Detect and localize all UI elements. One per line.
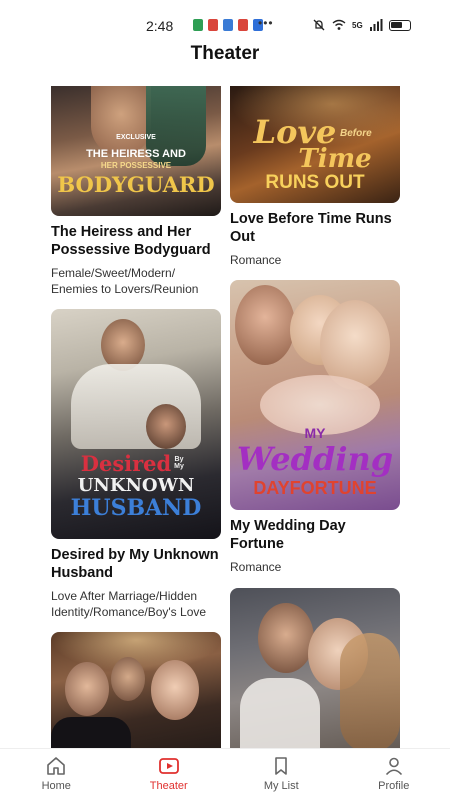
nav-home[interactable]: Home — [0, 749, 113, 800]
bookmark-icon — [275, 757, 288, 775]
poster-title-line: THE HEIRESS AND — [86, 148, 186, 160]
home-icon — [47, 757, 66, 775]
drama-card[interactable] — [51, 632, 221, 748]
drama-poster[interactable]: Desired By My UNKNOWN HUSBAND — [51, 309, 221, 539]
poster-title-line: RUNS OUT — [265, 172, 365, 193]
poster-title-line: UNKNOWN — [77, 475, 195, 496]
poster-title-line: By My — [174, 456, 184, 470]
poster-title-line: Wedding — [236, 440, 394, 478]
drama-poster[interactable] — [51, 632, 221, 748]
bottom-navigation: Home Theater My List Profile — [0, 748, 450, 800]
notification-app-icon — [193, 19, 203, 31]
drama-title[interactable]: My Wedding Day Fortune — [230, 517, 400, 553]
nav-my-list[interactable]: My List — [225, 749, 338, 800]
status-time: 2:48 — [146, 18, 174, 34]
status-bar: 2:48 ••• 5G — [0, 0, 450, 36]
drama-title[interactable]: Desired by My Unknown Husband — [51, 546, 221, 582]
poster-title-line: MY — [304, 425, 326, 441]
drama-card[interactable]: EXCLUSIVE THE HEIRESS AND HER POSSESSIVE… — [51, 86, 221, 297]
status-notification-icons — [193, 19, 263, 31]
drama-poster[interactable]: Love Before Time RUNS OUT — [230, 86, 400, 203]
nav-profile[interactable]: Profile — [338, 749, 450, 800]
drama-title[interactable]: Love Before Time Runs Out — [230, 210, 400, 246]
nav-theater-label: Theater — [149, 780, 188, 792]
notification-app-icon — [223, 19, 233, 31]
drama-poster[interactable]: MY Wedding DAYFORTUNE — [230, 280, 400, 510]
network-type: 5G — [352, 20, 363, 30]
drama-tags: Romance — [230, 253, 282, 267]
nav-profile-label: Profile — [378, 780, 410, 792]
drama-card[interactable]: MY Wedding DAYFORTUNE My Wedding Day For… — [230, 280, 400, 575]
drama-title[interactable]: The Heiress and Her Possessive Bodyguard — [51, 223, 221, 259]
more-notifications-icon: ••• — [258, 16, 274, 30]
play-icon — [158, 758, 179, 774]
drama-grid[interactable]: EXCLUSIVE THE HEIRESS AND HER POSSESSIVE… — [0, 86, 450, 748]
drama-card[interactable] — [230, 588, 400, 748]
drama-tags: Romance — [230, 560, 282, 574]
nav-my-list-label: My List — [263, 780, 299, 792]
page-title: Theater — [190, 43, 260, 64]
poster-title-line: Desired — [80, 451, 172, 476]
drama-tags: Love After Marriage/Hidden Identity/Roma… — [51, 589, 207, 619]
notification-app-icon — [208, 19, 218, 31]
poster-title-line: HER POSSESSIVE — [100, 161, 172, 170]
drama-card[interactable]: Desired By My UNKNOWN HUSBAND Desired by… — [51, 309, 221, 620]
drama-card[interactable]: Love Before Time RUNS OUT Love Before Ti… — [230, 86, 400, 268]
poster-title-line: HUSBAND — [70, 495, 202, 521]
nav-theater[interactable]: Theater — [113, 749, 226, 800]
signal-icon — [369, 19, 383, 31]
drama-poster[interactable] — [230, 588, 400, 748]
poster-title-line: Time — [298, 144, 372, 174]
mute-icon — [313, 19, 325, 31]
poster-title-line: BODYGUARD — [57, 172, 215, 197]
poster-title-line: DAYFORTUNE — [253, 478, 377, 498]
system-icons: 5G — [312, 18, 411, 32]
person-icon — [385, 757, 402, 776]
drama-tags: Female/Sweet/Modern/ Enemies to Lovers/R… — [51, 266, 199, 296]
notification-app-icon — [238, 19, 248, 31]
poster-title-line: Before — [340, 128, 372, 139]
battery-icon — [388, 19, 411, 31]
nav-home-label: Home — [41, 780, 71, 792]
poster-badge: EXCLUSIVE — [116, 134, 156, 141]
drama-poster[interactable]: EXCLUSIVE THE HEIRESS AND HER POSSESSIVE… — [51, 86, 221, 216]
wifi-icon — [332, 19, 346, 30]
